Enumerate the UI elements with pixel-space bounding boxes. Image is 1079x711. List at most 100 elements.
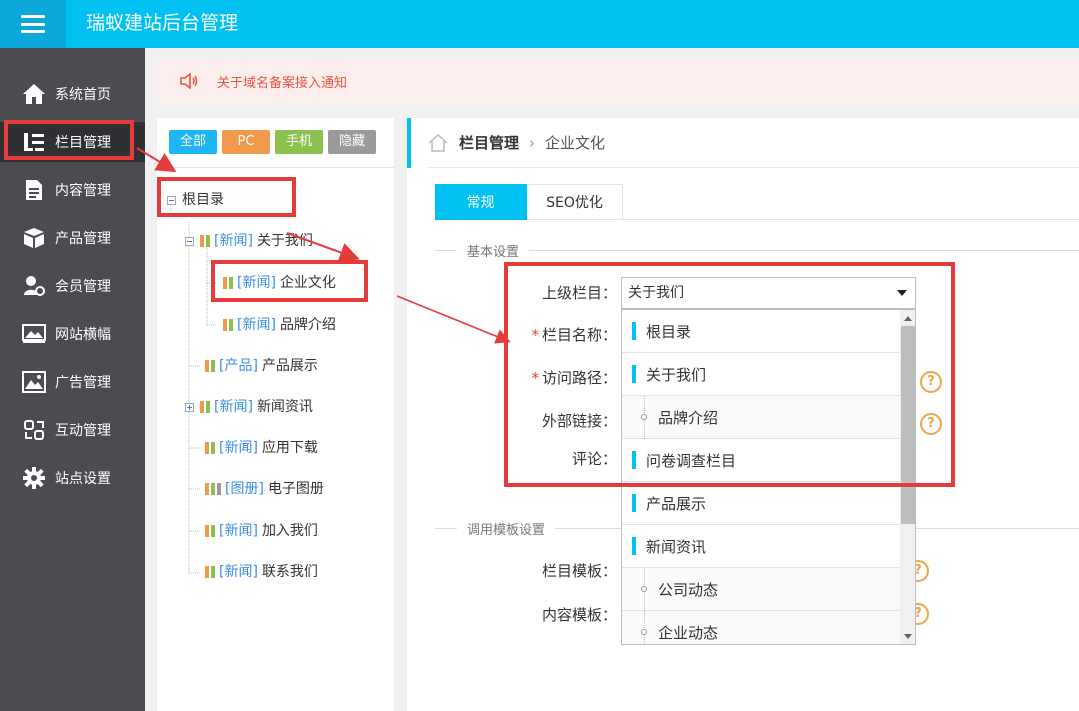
label-external-link: 外部链接： xyxy=(541,412,617,430)
option-label: 产品展示 xyxy=(646,494,707,513)
tree-node-about[interactable]: [新闻] 关于我们 xyxy=(185,229,313,253)
tab-general[interactable]: 常规 xyxy=(435,184,527,220)
dropdown-option[interactable]: 企业动态 xyxy=(622,611,900,644)
tree-node-label: 产品展示 xyxy=(261,358,318,374)
dropdown-option[interactable]: 问卷调查栏目 xyxy=(622,439,900,482)
sidebar-item-label: 广告管理 xyxy=(55,375,111,391)
select-value: 关于我们 xyxy=(628,285,684,301)
sidebar: 系统首页 栏目管理 内容管理 产品管理 会员管理 网站横幅 广告管理 互动管理 … xyxy=(0,48,145,711)
parent-column-select[interactable]: 关于我们 xyxy=(621,277,916,309)
tree-node-tag: [新闻] xyxy=(219,440,258,456)
sidebar-item-label: 栏目管理 xyxy=(55,135,111,151)
speaker-icon xyxy=(179,73,199,89)
option-label: 根目录 xyxy=(646,322,692,341)
section-title-text: 基本设置 xyxy=(467,244,520,260)
tree-node-album[interactable]: [图册] 电子图册 xyxy=(205,477,324,501)
tree-node-products[interactable]: [产品] 产品展示 xyxy=(205,354,318,378)
member-icon xyxy=(22,274,46,298)
filter-hidden-button[interactable]: 隐藏 xyxy=(328,130,376,154)
tree-root[interactable]: 根目录 xyxy=(167,188,224,212)
dropdown-option[interactable]: 产品展示 xyxy=(622,482,900,525)
filter-all-button[interactable]: 全部 xyxy=(169,130,217,154)
sidebar-item-settings[interactable]: 站点设置 xyxy=(0,458,145,498)
required-mark: * xyxy=(531,369,539,387)
document-icon xyxy=(22,178,46,202)
tree-node-label: 品牌介绍 xyxy=(279,317,336,333)
dropdown-option[interactable]: 公司动态 xyxy=(622,568,900,611)
tab-seo[interactable]: SEO优化 xyxy=(527,184,623,220)
sidebar-item-home[interactable]: 系统首页 xyxy=(0,74,145,114)
tree-node-label: 联系我们 xyxy=(261,564,318,580)
sidebar-item-banners[interactable]: 网站横幅 xyxy=(0,314,145,354)
tree-node-tag: [图册] xyxy=(225,481,264,497)
dropdown-option[interactable]: 新闻资讯 xyxy=(622,525,900,568)
scroll-up-icon[interactable] xyxy=(904,316,912,321)
ad-image-icon xyxy=(22,370,46,394)
sidebar-item-columns[interactable]: 栏目管理 xyxy=(0,120,145,162)
tree-node-culture[interactable]: [新闻] 企业文化 xyxy=(223,271,336,295)
filter-mobile-button[interactable]: 手机 xyxy=(275,130,323,154)
tree-node-label: 加入我们 xyxy=(261,523,318,539)
panel-accent-bar xyxy=(407,118,411,168)
tab-bar: 常规 SEO优化 xyxy=(435,184,1079,220)
tree-node-contact[interactable]: [新闻] 联系我们 xyxy=(205,560,318,584)
notice-bar[interactable]: 关于域名备案接入通知 xyxy=(157,60,1079,102)
tree-node-join[interactable]: [新闻] 加入我们 xyxy=(205,519,318,543)
breadcrumb-section[interactable]: 栏目管理 xyxy=(459,132,519,153)
sidebar-item-label: 产品管理 xyxy=(55,231,111,247)
scrollbar-thumb[interactable] xyxy=(901,326,915,524)
tree-node-news[interactable]: [新闻] 新闻资讯 xyxy=(185,395,313,419)
sidebar-item-interaction[interactable]: 互动管理 xyxy=(0,410,145,450)
home-icon[interactable] xyxy=(427,133,449,153)
notice-text[interactable]: 关于域名备案接入通知 xyxy=(217,72,347,91)
expand-icon[interactable] xyxy=(185,402,194,412)
breadcrumb-current: 企业文化 xyxy=(545,134,606,152)
label-column-template: 栏目模板： xyxy=(541,562,617,580)
label-parent-column: 上级栏目： xyxy=(541,284,617,302)
help-icon[interactable]: ? xyxy=(920,413,942,435)
help-icon[interactable]: ? xyxy=(920,371,942,393)
label-text: 栏目名称： xyxy=(541,326,617,344)
menu-toggle-button[interactable] xyxy=(0,0,66,48)
tree-node-tag: [产品] xyxy=(219,358,258,374)
tree-node-label: 企业文化 xyxy=(279,275,336,291)
filter-bar: 全部 PC 手机 隐藏 xyxy=(157,118,394,168)
sidebar-item-label: 系统首页 xyxy=(55,87,111,103)
column-tree-panel: 全部 PC 手机 隐藏 根目录 [新闻] 关于我们 [新闻] 企业文化 [新闻]… xyxy=(157,118,394,711)
filter-pc-button[interactable]: PC xyxy=(222,130,270,154)
tree-node-label: 应用下载 xyxy=(261,440,318,456)
home-icon xyxy=(22,82,46,106)
top-bar: 瑞蚁建站后台管理 xyxy=(0,0,1079,48)
dropdown-option[interactable]: 关于我们 xyxy=(622,353,900,396)
option-label: 公司动态 xyxy=(658,580,719,599)
tree-node-download[interactable]: [新闻] 应用下载 xyxy=(205,436,318,460)
hamburger-icon xyxy=(21,15,45,33)
collapse-icon[interactable] xyxy=(167,195,176,205)
banner-image-icon xyxy=(22,322,46,346)
sidebar-item-members[interactable]: 会员管理 xyxy=(0,266,145,306)
dropdown-option[interactable]: 根目录 xyxy=(622,310,900,353)
sidebar-item-label: 会员管理 xyxy=(55,279,111,295)
parent-column-dropdown[interactable]: 根目录 关于我们 品牌介绍 问卷调查栏目 产品展示 新闻资讯 公司动态 企业动态 xyxy=(621,309,916,645)
tree-node-tag: [新闻] xyxy=(237,275,276,291)
breadcrumb: 栏目管理 › 企业文化 xyxy=(427,118,1079,168)
collapse-icon[interactable] xyxy=(185,236,194,246)
dropdown-option[interactable]: 品牌介绍 xyxy=(622,396,900,439)
section-basic-settings: 基本设置 xyxy=(435,240,1079,260)
tree-node-tag: [新闻] xyxy=(219,564,258,580)
device-bars-icon xyxy=(205,483,221,495)
tree-node-tag: [新闻] xyxy=(214,233,253,249)
sidebar-item-ads[interactable]: 广告管理 xyxy=(0,362,145,402)
tree-node-brand[interactable]: [新闻] 品牌介绍 xyxy=(223,313,336,337)
tree-node-tag: [新闻] xyxy=(219,523,258,539)
sidebar-item-content[interactable]: 内容管理 xyxy=(0,170,145,210)
scroll-down-icon[interactable] xyxy=(904,634,912,639)
device-bars-icon xyxy=(205,566,215,578)
tree-node-label: 根目录 xyxy=(182,192,224,208)
device-bars-icon xyxy=(200,235,210,247)
tree-node-label: 关于我们 xyxy=(256,233,313,249)
option-label: 品牌介绍 xyxy=(658,408,719,427)
sidebar-item-products[interactable]: 产品管理 xyxy=(0,218,145,258)
box-icon xyxy=(22,226,46,250)
interaction-icon xyxy=(22,418,46,442)
